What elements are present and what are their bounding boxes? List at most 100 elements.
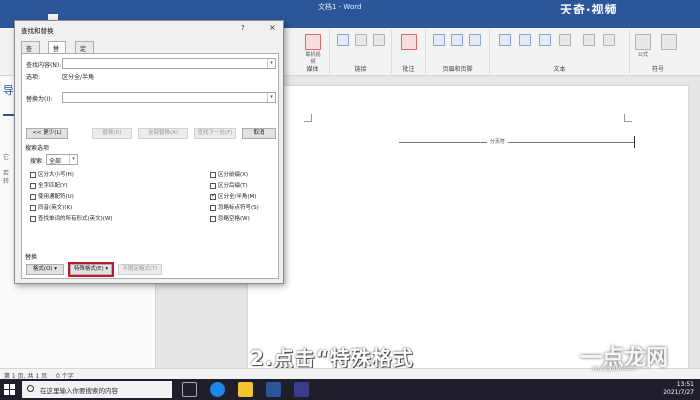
sounds-like-checkbox[interactable]: 同音(英文)(K): [30, 203, 72, 211]
pi-icon: [635, 34, 651, 50]
checkbox-box[interactable]: [210, 204, 216, 211]
nav-hint-text: 转: [3, 178, 10, 185]
cross-reference-icon: [373, 34, 385, 46]
match-width-checkbox[interactable]: 区分全/半角(M): [210, 192, 256, 200]
cross-reference-button[interactable]: [370, 34, 388, 47]
less-button[interactable]: << 更少(L): [26, 128, 68, 139]
bookmark-icon: [355, 34, 367, 46]
search-direction-label: 搜索:: [30, 158, 45, 165]
ribbon-group-label: 符号: [651, 66, 664, 73]
object-icon: [603, 34, 615, 46]
ribbon-group-label: 文本: [553, 66, 566, 73]
drop-cap-button[interactable]: [556, 34, 574, 47]
checkbox-box[interactable]: [210, 171, 216, 178]
text-box-button[interactable]: [496, 34, 514, 47]
format-button[interactable]: 格式(O) ▾: [26, 264, 64, 275]
video-icon: [305, 34, 321, 50]
ribbon-group-media: 联机视频 媒体: [296, 30, 330, 74]
wildcards-checkbox[interactable]: 使用通配符(U): [30, 192, 74, 200]
clock-date: 2021/7/27: [663, 389, 694, 396]
footer-icon: [451, 34, 463, 46]
chevron-down-icon[interactable]: ▾: [267, 59, 275, 68]
margin-corner: [304, 114, 312, 122]
ribbon-group-label: 链接: [354, 66, 367, 73]
footer-button[interactable]: [448, 34, 466, 47]
quick-parts-icon: [519, 34, 531, 46]
task-view-icon[interactable]: [182, 382, 197, 397]
checkbox-box[interactable]: [30, 171, 36, 178]
options-value: 区分全/半角: [62, 74, 95, 81]
replace-button[interactable]: 替换(R): [92, 128, 132, 139]
system-clock[interactable]: 13:51 2021/7/27: [663, 381, 694, 397]
page-number-icon: [469, 34, 481, 46]
edge-browser-icon[interactable]: [210, 382, 225, 397]
page-break-label: 分页符: [487, 138, 509, 145]
signature-line-button[interactable]: [580, 34, 598, 47]
omega-icon: [661, 34, 677, 50]
match-suffix-checkbox[interactable]: 区分后缀(T): [210, 181, 248, 189]
quick-parts-button[interactable]: [516, 34, 534, 47]
tab-goto[interactable]: 定位(G): [75, 41, 95, 69]
word-app-icon[interactable]: [266, 382, 281, 397]
watermark-url: www.ydlw.com: [592, 365, 637, 372]
wordart-button[interactable]: [536, 34, 554, 47]
ribbon-group-symbols: 公式 符号: [630, 30, 686, 74]
margin-corner: [624, 114, 632, 122]
close-icon[interactable]: ×: [269, 23, 276, 32]
taskbar-search-input[interactable]: 在这里输入你要搜索的内容: [22, 381, 172, 398]
cancel-button[interactable]: 取消: [242, 128, 276, 139]
checkbox-box[interactable]: [30, 193, 36, 200]
ribbon-group-label: 页眉和页脚: [442, 66, 473, 73]
ignore-whitespace-checkbox[interactable]: 忽略空格(W): [210, 214, 250, 222]
no-formatting-button[interactable]: 不限定格式(T): [118, 264, 162, 275]
taskbar: 在这里输入你要搜索的内容 13:51 2021/7/27: [0, 379, 700, 400]
replace-input[interactable]: ▾: [62, 92, 276, 103]
symbol-button[interactable]: [660, 34, 678, 51]
highlight-box: [68, 262, 114, 277]
chevron-down-icon[interactable]: ▾: [267, 93, 275, 102]
link-icon: [337, 34, 349, 46]
chevron-down-icon[interactable]: ▾: [69, 155, 77, 164]
link-button[interactable]: [334, 34, 352, 47]
object-button[interactable]: [600, 34, 618, 47]
checkbox-box[interactable]: [210, 182, 216, 189]
checkbox-box[interactable]: [30, 182, 36, 189]
help-button[interactable]: ?: [241, 24, 245, 32]
find-input[interactable]: ▾: [62, 58, 276, 69]
page-number-button[interactable]: [466, 34, 484, 47]
wordart-icon: [539, 34, 551, 46]
clock-time: 13:51: [676, 381, 694, 388]
all-word-forms-checkbox[interactable]: 查找单词的所有形式(英文)(W): [30, 214, 113, 222]
find-next-button[interactable]: 查找下一处(F): [194, 128, 236, 139]
ribbon-group-comments: 批注: [392, 30, 426, 74]
search-direction-select[interactable]: 全部 ▾: [46, 154, 78, 165]
window-title: 文档1 - Word: [318, 3, 362, 11]
header-button[interactable]: [430, 34, 448, 47]
online-video-button[interactable]: 联机视频: [304, 34, 322, 65]
ribbon-group-header-footer: 页眉和页脚: [426, 30, 490, 74]
checkbox-box[interactable]: [210, 192, 216, 200]
whole-word-checkbox[interactable]: 全字匹配(Y): [30, 181, 68, 189]
taskbar-app-icon[interactable]: [294, 382, 309, 397]
document-page[interactable]: 分页符: [248, 86, 688, 368]
equation-button[interactable]: 公式: [634, 34, 652, 58]
windows-start-icon[interactable]: [4, 384, 15, 395]
checkbox-box[interactable]: [30, 204, 36, 211]
ignore-punctuation-checkbox[interactable]: 忽略标点符号(S): [210, 203, 259, 211]
file-explorer-icon[interactable]: [238, 382, 253, 397]
match-prefix-checkbox[interactable]: 区分前缀(X): [210, 170, 248, 178]
title-bar: 文档1 - Word 天奇·视频: [0, 0, 700, 17]
bookmark-button[interactable]: [352, 34, 370, 47]
ribbon-group-label: 媒体: [306, 66, 319, 73]
options-label: 选项:: [26, 74, 41, 81]
new-comment-button[interactable]: [400, 34, 418, 51]
text-cursor: [634, 136, 635, 148]
nav-pane-title: 导: [3, 84, 14, 97]
checkbox-box[interactable]: [210, 215, 216, 222]
checkbox-box[interactable]: [30, 215, 36, 222]
match-case-checkbox[interactable]: 区分大小写(H): [30, 170, 74, 178]
replace-all-button[interactable]: 全部替换(A): [138, 128, 188, 139]
find-label: 查找内容(N):: [26, 62, 62, 69]
tab-find[interactable]: 查找(D): [21, 41, 41, 69]
replace-panel: 查找内容(N): ▾ 选项: 区分全/半角 替换为(I): ▾ << 更少(L)…: [21, 53, 279, 279]
